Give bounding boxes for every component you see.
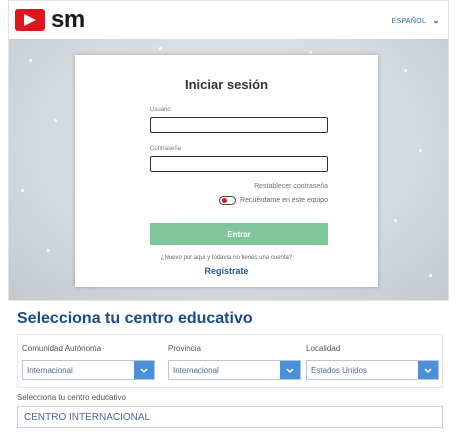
comunidad-select[interactable]: Internacional: [22, 360, 155, 380]
login-title: Iniciar sesión: [184, 77, 269, 92]
new-user-text: ¿Nuevo por aquí y todavía no tienes una …: [160, 255, 293, 261]
comunidad-label: Comunidad Autónoma: [22, 344, 102, 353]
username-label: Usuario: [150, 107, 171, 113]
school-selection-section: Selecciona tu centro educativo Comunidad…: [0, 303, 457, 435]
comunidad-value: Internacional: [27, 366, 73, 375]
localidad-value: Estados Unidos: [311, 366, 368, 375]
localidad-label: Localidad: [306, 344, 341, 353]
login-panel: sm ESPAÑOL ⌄ Iniciar sesión Usuario Contr…: [8, 0, 449, 301]
login-submit-button[interactable]: Entrar: [150, 223, 328, 245]
password-input[interactable]: [150, 156, 328, 172]
school-filters: Comunidad Autónoma Internacional Provinc…: [17, 334, 443, 388]
remember-toggle[interactable]: [219, 196, 237, 205]
localidad-select[interactable]: Estados Unidos: [306, 360, 439, 380]
provincia-value: Internacional: [173, 366, 219, 375]
username-input[interactable]: [150, 117, 328, 133]
centro-value: CENTRO INTERNACIONAL: [24, 412, 151, 423]
reset-password-link[interactable]: Restablecer contraseña: [254, 183, 328, 190]
login-card: Iniciar sesión Usuario Contraseña Restab…: [75, 55, 378, 287]
top-header: sm ESPAÑOL ⌄: [9, 1, 448, 39]
centro-label: Selecciona tu centro educativo: [17, 393, 126, 402]
sm-logo-icon: [15, 9, 45, 31]
password-label: Contraseña: [150, 146, 182, 152]
chevron-down-icon[interactable]: [134, 361, 154, 379]
language-selector[interactable]: ESPAÑOL ⌄: [392, 15, 441, 26]
remember-label: Recuérdame en este equipo: [240, 197, 328, 204]
chevron-down-icon[interactable]: [280, 361, 300, 379]
remember-me[interactable]: Recuérdame en este equipo: [219, 196, 328, 205]
register-link[interactable]: Regístrate: [75, 266, 378, 276]
centro-select[interactable]: CENTRO INTERNACIONAL: [17, 406, 443, 428]
provincia-label: Provincia: [168, 344, 201, 353]
school-section-title: Selecciona tu centro educativo: [17, 310, 253, 327]
chevron-down-icon: ⌄: [432, 15, 440, 25]
provincia-select[interactable]: Internacional: [168, 360, 301, 380]
logo-text: sm: [51, 6, 85, 33]
language-label: ESPAÑOL: [391, 18, 427, 25]
chevron-down-icon[interactable]: [418, 361, 438, 379]
